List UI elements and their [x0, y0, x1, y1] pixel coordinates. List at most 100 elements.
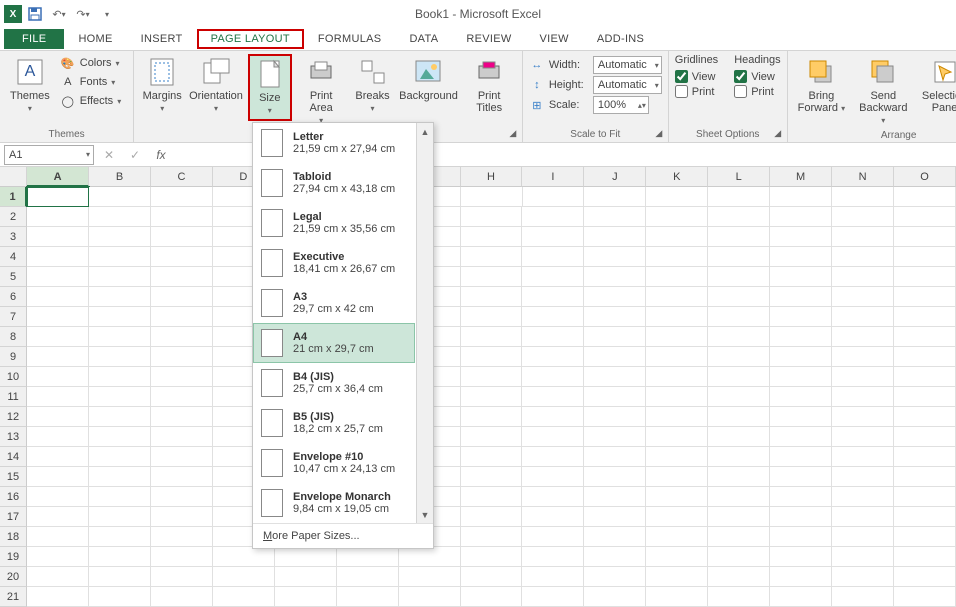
cell[interactable]	[461, 207, 523, 227]
cell[interactable]	[646, 187, 708, 207]
fonts-button[interactable]: AFonts ▾	[58, 73, 127, 91]
size-option[interactable]: Legal21,59 cm x 35,56 cm	[253, 203, 415, 243]
cell[interactable]	[522, 307, 584, 327]
cell[interactable]	[646, 287, 708, 307]
cell[interactable]	[646, 527, 708, 547]
cell[interactable]	[27, 307, 89, 327]
save-icon[interactable]	[24, 3, 46, 25]
size-option[interactable]: Tabloid27,94 cm x 43,18 cm	[253, 163, 415, 203]
size-option[interactable]: Executive18,41 cm x 26,67 cm	[253, 243, 415, 283]
cell[interactable]	[151, 327, 213, 347]
cell[interactable]	[89, 427, 151, 447]
cell[interactable]	[151, 507, 213, 527]
row-header[interactable]: 19	[0, 547, 27, 567]
background-button[interactable]: Background	[399, 54, 459, 104]
cell[interactable]	[770, 187, 832, 207]
cell[interactable]	[646, 207, 708, 227]
cell[interactable]	[27, 547, 89, 567]
row-header[interactable]: 16	[0, 487, 27, 507]
cell[interactable]	[646, 587, 708, 607]
cell[interactable]	[584, 507, 646, 527]
breaks-button[interactable]: Breaks▾	[351, 54, 395, 117]
height-combo[interactable]: Automatic▾	[593, 76, 662, 94]
enter-icon[interactable]: ✓	[124, 145, 146, 165]
cell[interactable]	[646, 447, 708, 467]
cell[interactable]	[89, 567, 151, 587]
cell[interactable]	[770, 347, 832, 367]
column-header[interactable]: M	[770, 167, 832, 187]
column-header[interactable]: I	[522, 167, 584, 187]
cell[interactable]	[27, 407, 89, 427]
cell[interactable]	[522, 347, 584, 367]
cell[interactable]	[151, 567, 213, 587]
cell[interactable]	[770, 327, 832, 347]
column-header[interactable]: A	[27, 167, 89, 187]
name-box[interactable]: A1▾	[4, 145, 94, 165]
cell[interactable]	[584, 307, 646, 327]
cell[interactable]	[584, 527, 646, 547]
cell[interactable]	[646, 407, 708, 427]
column-header[interactable]: O	[894, 167, 956, 187]
tab-insert[interactable]: INSERT	[127, 29, 197, 49]
cell[interactable]	[832, 547, 894, 567]
cell[interactable]	[894, 247, 956, 267]
cell[interactable]	[89, 227, 151, 247]
cell[interactable]	[584, 247, 646, 267]
cell[interactable]	[584, 207, 646, 227]
cell[interactable]	[832, 207, 894, 227]
cell[interactable]	[770, 447, 832, 467]
cell[interactable]	[461, 307, 523, 327]
cell[interactable]	[461, 547, 523, 567]
cell[interactable]	[461, 387, 523, 407]
row-header[interactable]: 21	[0, 587, 27, 607]
cell[interactable]	[770, 567, 832, 587]
cell[interactable]	[27, 527, 89, 547]
row-header[interactable]: 1	[0, 187, 27, 207]
cell[interactable]	[461, 347, 523, 367]
cell[interactable]	[275, 547, 337, 567]
cell[interactable]	[584, 367, 646, 387]
cell[interactable]	[584, 227, 646, 247]
tab-home[interactable]: HOME	[64, 29, 126, 49]
cell[interactable]	[584, 187, 646, 207]
row-header[interactable]: 5	[0, 267, 27, 287]
cell[interactable]	[894, 207, 956, 227]
cell[interactable]	[708, 587, 770, 607]
cell[interactable]	[584, 287, 646, 307]
cell[interactable]	[461, 427, 523, 447]
cell[interactable]	[832, 447, 894, 467]
cell[interactable]	[832, 427, 894, 447]
cell[interactable]	[832, 347, 894, 367]
cell[interactable]	[708, 367, 770, 387]
cell[interactable]	[522, 367, 584, 387]
cell[interactable]	[770, 547, 832, 567]
cell[interactable]	[89, 347, 151, 367]
cell[interactable]	[461, 327, 523, 347]
cell[interactable]	[832, 507, 894, 527]
cell[interactable]	[27, 567, 89, 587]
cell[interactable]	[708, 467, 770, 487]
cell[interactable]	[151, 587, 213, 607]
cell[interactable]	[461, 567, 523, 587]
cell[interactable]	[151, 347, 213, 367]
selection-pane-button[interactable]: Selection Pane	[918, 54, 956, 116]
cell[interactable]	[151, 307, 213, 327]
effects-button[interactable]: ◯Effects ▾	[58, 92, 127, 110]
cell[interactable]	[646, 507, 708, 527]
redo-icon[interactable]: ↷▾	[72, 3, 94, 25]
cell[interactable]	[832, 327, 894, 347]
cell[interactable]	[522, 247, 584, 267]
cell[interactable]	[894, 467, 956, 487]
cell[interactable]	[523, 187, 585, 207]
cell[interactable]	[275, 587, 337, 607]
cell[interactable]	[646, 467, 708, 487]
cell[interactable]	[708, 427, 770, 447]
cell[interactable]	[151, 387, 213, 407]
cell[interactable]	[770, 407, 832, 427]
cell[interactable]	[27, 207, 89, 227]
cell[interactable]	[89, 387, 151, 407]
cell[interactable]	[151, 187, 213, 207]
row-header[interactable]: 3	[0, 227, 27, 247]
cell[interactable]	[89, 187, 151, 207]
cell[interactable]	[832, 527, 894, 547]
